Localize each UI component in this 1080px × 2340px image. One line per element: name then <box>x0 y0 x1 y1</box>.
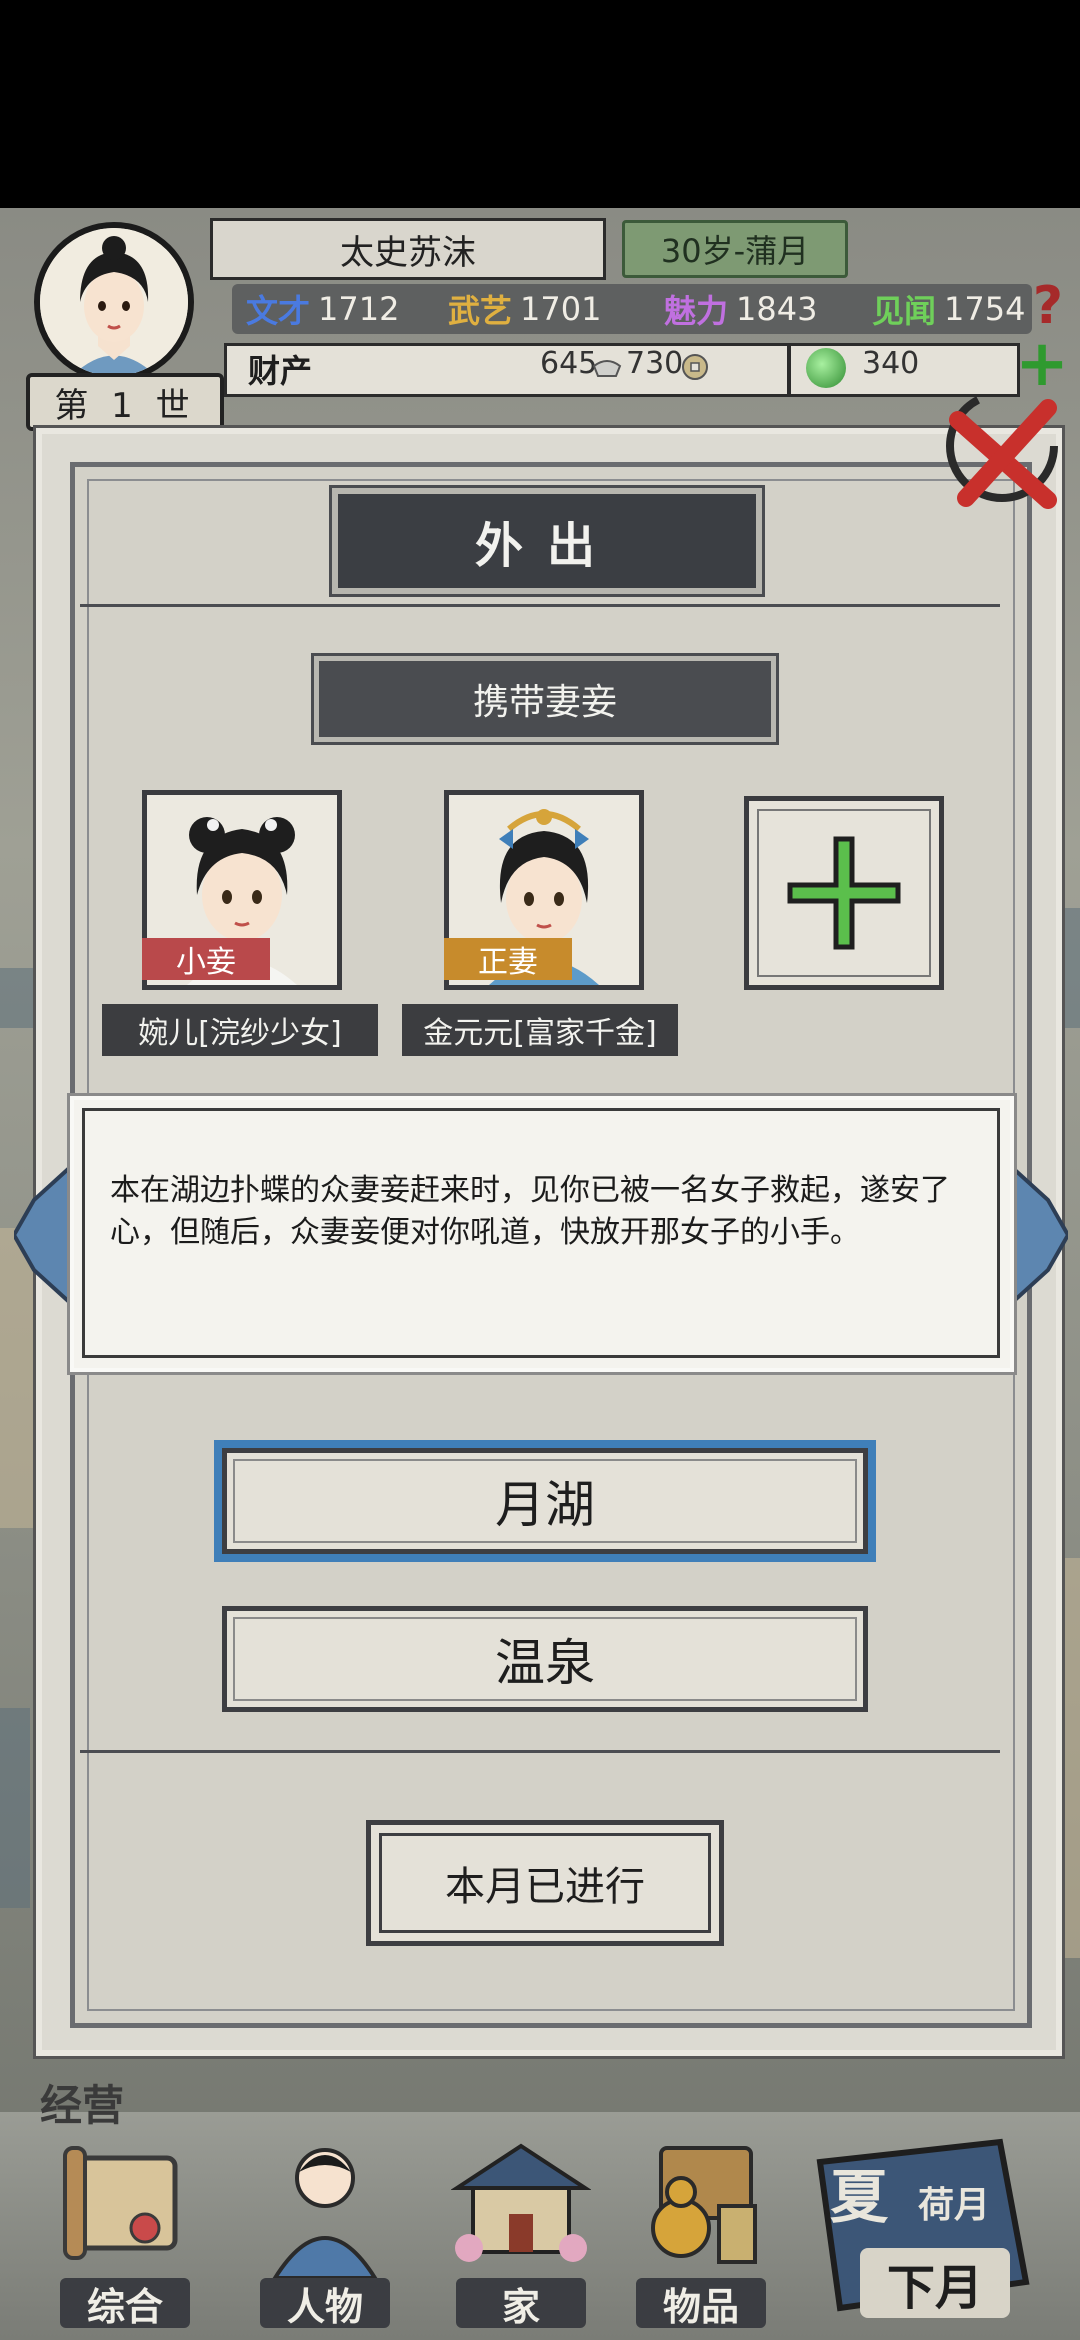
option-yuehu-button[interactable]: 月湖 <box>222 1448 868 1554</box>
stat-label: 见闻 <box>872 292 937 330</box>
companion-name: 金元元[富家千金] <box>402 1004 678 1056</box>
bring-spouses-label: 携带妻妾 <box>314 656 776 742</box>
companion-name: 婉儿[浣纱少女] <box>102 1004 378 1056</box>
popup-left-arrow-icon <box>14 1160 78 1310</box>
house-icon <box>451 2143 591 2262</box>
close-icon[interactable] <box>930 388 1070 518</box>
stat-value: 1843 <box>736 290 818 328</box>
add-companion-button[interactable] <box>744 796 944 990</box>
player-name: 太史苏沫 <box>210 218 606 280</box>
copper-coin-icon <box>682 354 708 380</box>
nav-label: 综合 <box>60 2278 190 2329</box>
copper-value: 730 <box>626 346 684 381</box>
items-icon <box>651 2146 757 2264</box>
stat-value: 1712 <box>318 290 400 328</box>
silver-value: 645 <box>540 346 598 381</box>
stat-meili[interactable]: 魅力 1843 <box>664 286 817 332</box>
gems-value: 340 <box>862 346 920 381</box>
nav-items[interactable]: 物品 <box>616 2128 786 2329</box>
player-avatar[interactable] <box>34 222 194 382</box>
role-tag: 正妻 <box>444 938 572 980</box>
add-gems-icon[interactable]: + <box>1014 332 1070 396</box>
assets-label: 财产 <box>248 352 313 390</box>
nav-label: 家 <box>456 2278 586 2329</box>
divider <box>80 1750 1000 1753</box>
help-icon[interactable]: ? <box>1028 278 1068 334</box>
section-label: 经营 <box>40 2081 125 2130</box>
stat-jianwen[interactable]: 见闻 1754 <box>872 286 1025 332</box>
month-label: 荷月 <box>918 2185 991 2226</box>
stat-value: 1701 <box>520 290 602 328</box>
done-this-month-button[interactable]: 本月已进行 <box>366 1820 724 1946</box>
person-icon <box>272 2148 378 2278</box>
stat-label: 文才 <box>246 292 311 330</box>
nav-general[interactable]: 综合 <box>40 2128 210 2329</box>
role-tag: 小妾 <box>142 938 270 980</box>
stat-wuyi[interactable]: 武艺 1701 <box>448 286 601 332</box>
story-text: 本在湖边扑蝶的众妻妾赶来时，见你已被一名女子救起，遂安了心，但随后，众妻妾便对你… <box>110 1173 950 1250</box>
age-season-label: 30岁-蒲月 <box>622 220 848 278</box>
scroll-icon <box>63 2146 178 2260</box>
option-wenquan-button[interactable]: 温泉 <box>222 1606 868 1712</box>
silver-ingot-icon <box>592 360 622 377</box>
dialog-title: 外出 <box>332 488 762 594</box>
stat-wencai[interactable]: 文才 1712 <box>246 286 399 332</box>
nav-character[interactable]: 人物 <box>240 2128 410 2329</box>
nav-home[interactable]: 家 <box>436 2128 606 2329</box>
jade-icon <box>806 348 846 388</box>
generation-badge: 第 1 世 <box>26 373 224 431</box>
plus-icon <box>749 801 939 985</box>
season-label: 夏 <box>830 2163 889 2231</box>
stat-label: 魅力 <box>664 292 729 330</box>
nav-label: 物品 <box>636 2278 766 2329</box>
divider <box>80 604 1000 607</box>
stat-label: 武艺 <box>448 292 513 330</box>
stat-value: 1754 <box>944 290 1026 328</box>
next-month-button[interactable]: 下月 <box>860 2248 1010 2318</box>
nav-label: 人物 <box>260 2278 390 2329</box>
